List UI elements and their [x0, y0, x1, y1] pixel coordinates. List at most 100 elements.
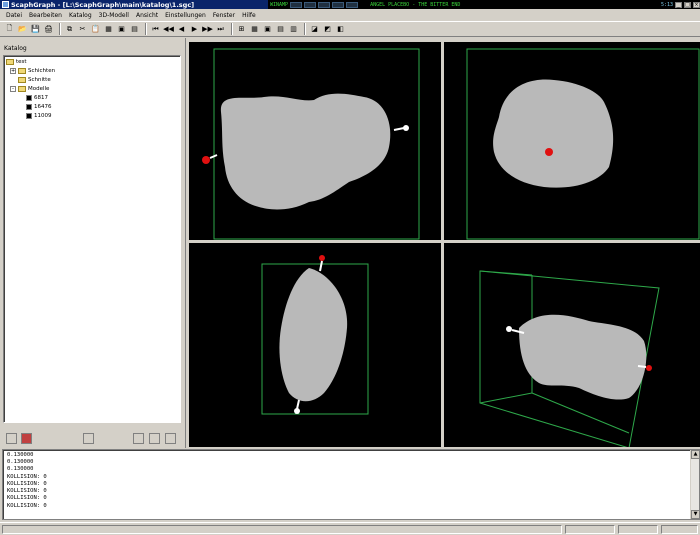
log-line: KOLLISION: 0: [7, 488, 47, 494]
cascade-icon[interactable]: ▤: [129, 24, 140, 35]
status-panel-4: [661, 525, 698, 534]
next-icon[interactable]: [346, 1, 359, 8]
tree-node-model-11009[interactable]: 11009: [26, 113, 52, 119]
view-top-icon[interactable]: ▤: [275, 24, 286, 35]
viewport-perspective[interactable]: [444, 243, 700, 447]
maximize-button[interactable]: □: [684, 1, 691, 8]
marker-pin: [393, 127, 405, 131]
rewind-icon[interactable]: ◀◀: [163, 24, 174, 35]
menu-einstellungen[interactable]: Einstellungen: [165, 12, 206, 19]
menu-bar: Datei Bearbeiten Katalog 3D-Modell Ansic…: [0, 10, 700, 20]
collapse-icon[interactable]: -: [10, 86, 16, 92]
panel-splitter[interactable]: [183, 38, 186, 448]
stop-icon[interactable]: [332, 1, 345, 8]
folder-icon: [18, 68, 26, 74]
red-marker[interactable]: [319, 255, 325, 261]
red-marker[interactable]: [545, 148, 553, 156]
view-front-icon[interactable]: ▦: [249, 24, 260, 35]
new-icon[interactable]: 🗋: [4, 24, 15, 35]
scroll-up-arrow-icon[interactable]: ▲: [691, 450, 700, 459]
tree-node-model-16476[interactable]: 16476: [26, 104, 52, 110]
tree-node-label: Schichten: [28, 68, 56, 74]
fast-forward-icon[interactable]: ▶▶: [202, 24, 213, 35]
bounding-box-edge: [479, 392, 533, 404]
expand-icon[interactable]: +: [10, 68, 16, 74]
copy-icon[interactable]: ⧉: [64, 24, 75, 35]
viewport-front-render: [202, 48, 420, 240]
menu-datei[interactable]: Datei: [6, 12, 22, 19]
folder-icon: [18, 77, 26, 83]
menu-hilfe[interactable]: Hilfe: [242, 12, 256, 19]
tile-icon[interactable]: ▣: [116, 24, 127, 35]
open-icon[interactable]: 📂: [17, 24, 28, 35]
grid-view-icon[interactable]: ⊞: [236, 24, 247, 35]
new-item-icon[interactable]: [6, 433, 17, 444]
last-icon[interactable]: ⏭: [215, 24, 226, 35]
model-surface: [519, 314, 647, 400]
minimize-button[interactable]: _: [675, 1, 682, 8]
output-log[interactable]: 0.130000 0.130000 0.130000 KOLLISION: 0 …: [2, 449, 700, 520]
render-solid-icon[interactable]: ◪: [309, 24, 320, 35]
prev-icon[interactable]: ◀: [176, 24, 187, 35]
viewport-side[interactable]: [189, 243, 441, 447]
first-icon[interactable]: ⏮: [150, 24, 161, 35]
catalog-panel: Katalog test + Schichten Schnitte - Mode…: [0, 38, 186, 448]
window-layout-icon[interactable]: ▦: [103, 24, 114, 35]
next-icon[interactable]: ▶: [189, 24, 200, 35]
properties-icon[interactable]: [83, 433, 94, 444]
save-icon[interactable]: 💾: [30, 24, 41, 35]
toolbar-separator: [304, 23, 306, 35]
catalog-tree[interactable]: test + Schichten Schnitte - Modelle 6817…: [3, 55, 181, 423]
viewport-side-render: [261, 255, 369, 415]
model-icon: [26, 104, 32, 110]
cut-icon[interactable]: ✂: [77, 24, 88, 35]
model-icon: [26, 95, 32, 101]
model-surface: [279, 268, 348, 402]
menu-fenster[interactable]: Fenster: [213, 12, 235, 19]
menu-katalog[interactable]: Katalog: [69, 12, 92, 19]
red-marker[interactable]: [202, 156, 210, 164]
bounding-box-edge: [479, 270, 533, 276]
marker-pin: [319, 260, 323, 272]
marker-pin: [637, 365, 647, 368]
move-down-icon[interactable]: [149, 433, 160, 444]
menu-ansicht[interactable]: Ansicht: [136, 12, 158, 19]
log-line: 0.130000: [7, 452, 34, 458]
viewport-top[interactable]: [444, 42, 700, 240]
print-icon[interactable]: 🖨: [43, 24, 54, 35]
white-marker[interactable]: [506, 326, 512, 332]
log-line: KOLLISION: 0: [7, 495, 47, 501]
app-icon[interactable]: [2, 1, 9, 8]
tree-node-schichten[interactable]: + Schichten: [10, 68, 55, 74]
tree-node-schnitte[interactable]: Schnitte: [18, 77, 51, 83]
status-panel-3: [618, 525, 658, 534]
import-icon[interactable]: [21, 433, 32, 444]
tree-node-modelle[interactable]: - Modelle: [10, 86, 49, 92]
now-playing: ANGEL PLACEBO - THE BITTER END: [370, 1, 461, 8]
viewport-front[interactable]: [189, 42, 441, 240]
tree-node-model-6817[interactable]: 6817: [26, 95, 48, 101]
scroll-down-arrow-icon[interactable]: ▼: [691, 510, 700, 519]
close-button[interactable]: ×: [693, 1, 700, 8]
view-side-icon[interactable]: ▣: [262, 24, 273, 35]
log-scrollbar[interactable]: ▲ ▼: [690, 450, 700, 519]
menu-bearbeiten[interactable]: Bearbeiten: [29, 12, 62, 19]
view-perspective-icon[interactable]: ▥: [288, 24, 299, 35]
log-line: KOLLISION: 0: [7, 503, 47, 509]
viewport-top-render: [466, 48, 700, 240]
toolbar-separator: [231, 23, 233, 35]
tree-node-label: 6817: [34, 95, 48, 101]
model-icon: [26, 113, 32, 119]
paste-icon[interactable]: 📋: [90, 24, 101, 35]
render-wire-icon[interactable]: ◧: [335, 24, 346, 35]
menu-3d-modell[interactable]: 3D-Modell: [99, 12, 129, 19]
log-line: KOLLISION: 0: [7, 474, 47, 480]
volume-icon[interactable]: [304, 1, 317, 8]
toolbar-separator: [145, 23, 147, 35]
red-marker[interactable]: [646, 365, 652, 371]
play-icon[interactable]: [318, 1, 331, 8]
delete-icon[interactable]: [165, 433, 176, 444]
tree-node-test[interactable]: test: [6, 59, 27, 65]
move-up-icon[interactable]: [133, 433, 144, 444]
render-shaded-icon[interactable]: ◩: [322, 24, 333, 35]
